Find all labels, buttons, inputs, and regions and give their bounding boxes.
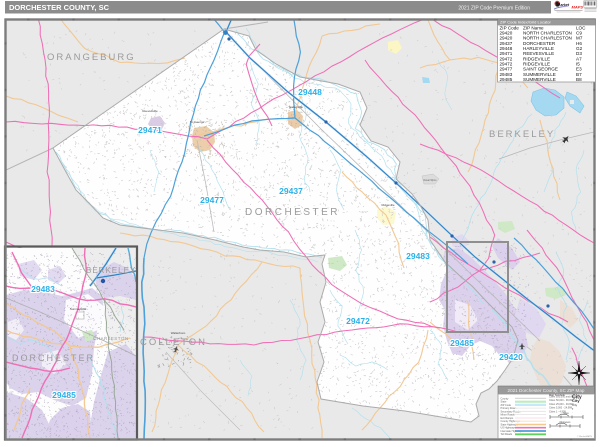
svg-text:Cities 50,000 - 99,999: Cities 50,000 - 99,999 [549, 399, 574, 402]
svg-text:29471: 29471 [138, 125, 162, 135]
svg-text:Cities 25,000 - 49,999: Cities 25,000 - 49,999 [549, 403, 574, 406]
svg-text:Naval Wpns: Naval Wpns [424, 179, 438, 182]
svg-text:·: · [572, 410, 573, 414]
svg-text:29485: 29485 [52, 390, 76, 400]
svg-text:Summerville: Summerville [70, 307, 87, 311]
svg-text:City: City [572, 403, 578, 407]
svg-text:CHARLESTON: CHARLESTON [93, 336, 129, 341]
svg-text:Miles: Miles [563, 413, 569, 415]
svg-text:29472: 29472 [346, 316, 370, 326]
svg-text:© MarketMAPS: © MarketMAPS [577, 435, 593, 438]
svg-text:MAPS: MAPS [572, 5, 584, 10]
svg-text:BERKELEY: BERKELEY [489, 129, 555, 140]
svg-text:Reevesville: Reevesville [142, 109, 158, 113]
svg-text:DORCHESTER: DORCHESTER [12, 353, 95, 363]
svg-text:29420: 29420 [499, 352, 523, 362]
svg-text:29477: 29477 [200, 195, 224, 205]
svg-text:29437: 29437 [279, 186, 303, 196]
svg-text:COLLETON: COLLETON [140, 337, 207, 348]
svg-text:29485: 29485 [450, 338, 474, 348]
svg-text:DORCHESTER COUNTY, SC: DORCHESTER COUNTY, SC [9, 3, 110, 12]
svg-text:Toll Roads: Toll Roads [501, 433, 513, 436]
svg-text:29483: 29483 [406, 251, 430, 261]
svg-text:2021 ZIP Code Premium Edition: 2021 ZIP Code Premium Edition [458, 6, 530, 12]
svg-text:ZIP Code Index/Grid Locator: ZIP Code Index/Grid Locator [500, 20, 552, 25]
svg-text:B8: B8 [576, 77, 582, 82]
svg-text:St. George: St. George [190, 120, 205, 124]
svg-text:Cities 5,000 - 24,999: Cities 5,000 - 24,999 [549, 407, 573, 410]
svg-text:2021 Dorchester County, SC ZIP: 2021 Dorchester County, SC ZIP Map [508, 388, 585, 393]
svg-text:Kilometers: Kilometers [560, 421, 572, 424]
svg-text:29448: 29448 [298, 87, 322, 97]
svg-text:BERKELEY: BERKELEY [86, 266, 136, 275]
svg-text:29483: 29483 [31, 284, 55, 294]
svg-text:Harleyville: Harleyville [289, 105, 303, 109]
svg-text:Walterboro: Walterboro [171, 331, 186, 335]
svg-text:arket: arket [561, 3, 570, 7]
svg-text:Ridgeville: Ridgeville [381, 203, 394, 207]
svg-text:SUMMERVILLE: SUMMERVILLE [523, 77, 556, 82]
svg-text:ORANGEBURG: ORANGEBURG [47, 52, 136, 63]
svg-text:DORCHESTER: DORCHESTER [245, 207, 340, 218]
svg-text:29485: 29485 [500, 77, 513, 82]
